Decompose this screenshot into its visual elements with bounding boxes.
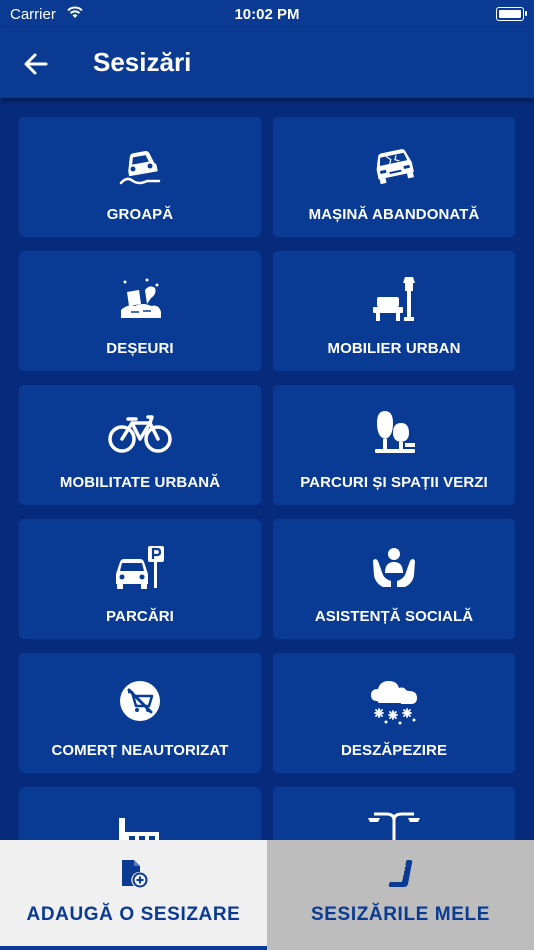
category-label: MOBILIER URBAN (327, 340, 461, 357)
pothole-car-icon (119, 151, 161, 185)
trees-icon (375, 411, 415, 453)
category-label: GROAPĂ (106, 206, 174, 223)
add-document-icon (121, 860, 147, 888)
status-bar: Carrier 10:02 PM (0, 0, 534, 28)
tab-sesizarile-mele[interactable]: SESIZĂRILE MELE (267, 840, 534, 950)
category-tile-street-lamp[interactable] (273, 787, 515, 840)
category-label: DEȘEURI (106, 340, 174, 357)
building-icon (119, 818, 159, 840)
battery-icon (496, 7, 527, 21)
category-tile-masina-abandonata[interactable]: MAȘINĂ ABANDONATĂ (273, 117, 515, 237)
no-cart-icon (120, 681, 160, 721)
parking-car-icon (116, 546, 164, 589)
category-label: COMERȚ NEAUTORIZAT (51, 742, 229, 759)
category-tile-parcuri[interactable]: PARCURI ȘI SPAȚII VERZI (273, 385, 515, 505)
page-title: Sesizări (93, 47, 192, 77)
category-tile-mobilitate-urbana[interactable]: MOBILITATE URBANĂ (19, 385, 261, 505)
tab-label: ADAUGĂ O SESIZARE (26, 904, 241, 925)
category-tile-asistenta-sociala[interactable]: ASISTENȚĂ SOCIALĂ (273, 519, 515, 639)
category-label: PARCĂRI (106, 608, 174, 625)
scroll-icon (388, 860, 412, 887)
category-tile-deseuri[interactable]: DEȘEURI (19, 251, 261, 371)
category-tile-deszapezire[interactable]: DESZĂPEZIRE (273, 653, 515, 773)
category-label: MOBILITATE URBANĂ (59, 474, 221, 491)
category-label: DESZĂPEZIRE (340, 742, 448, 759)
bicycle-icon (108, 415, 172, 453)
snow-cloud-icon (371, 681, 417, 725)
waste-icon (121, 278, 161, 318)
street-lamp-icon (368, 812, 420, 840)
category-tile-mobilier-urban[interactable]: MOBILIER URBAN (273, 251, 515, 371)
helping-hands-icon (373, 548, 415, 587)
back-arrow-icon[interactable] (22, 50, 50, 78)
header-bar: Sesizări (0, 28, 534, 98)
abandoned-car-icon (376, 149, 414, 185)
tab-adauga-sesizare[interactable]: ADAUGĂ O SESIZARE (0, 840, 267, 950)
category-label: MAȘINĂ ABANDONATĂ (308, 206, 480, 223)
active-tab-indicator (0, 946, 267, 950)
tab-label: SESIZĂRILE MELE (311, 904, 490, 925)
category-label: ASISTENȚĂ SOCIALĂ (314, 608, 474, 625)
category-label: PARCURI ȘI SPAȚII VERZI (300, 474, 488, 491)
category-list[interactable]: GROAPĂ MAȘINĂ ABANDONATĂ DEȘEURI MOBILIE… (0, 98, 534, 840)
category-tile-groapa[interactable]: GROAPĂ (19, 117, 261, 237)
category-tile-comert-neautorizat[interactable]: COMERȚ NEAUTORIZAT (19, 653, 261, 773)
category-tile-building[interactable] (19, 787, 261, 840)
bottom-tab-bar: ADAUGĂ O SESIZARE SESIZĂRILE MELE (0, 840, 534, 950)
category-tile-parcari[interactable]: PARCĂRI (19, 519, 261, 639)
bench-lamp-icon (373, 277, 415, 321)
clock: 10:02 PM (234, 6, 300, 23)
